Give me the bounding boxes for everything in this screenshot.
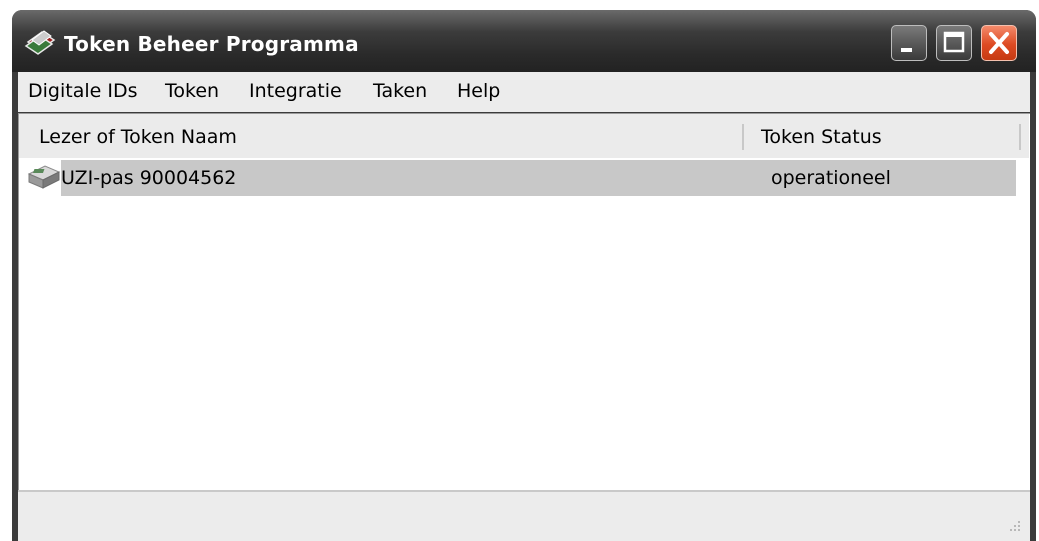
menu-token[interactable]: Token	[165, 80, 219, 102]
column-divider[interactable]	[742, 124, 744, 150]
token-name: UZI-pas 90004562	[61, 167, 237, 189]
menu-digitale-ids[interactable]: Digitale IDs	[28, 80, 137, 102]
close-button[interactable]	[981, 25, 1017, 61]
token-list[interactable]: Lezer of Token Naam Token Status UZI-pas…	[18, 113, 1030, 490]
minimize-icon	[901, 48, 912, 52]
minimize-button[interactable]	[891, 25, 927, 61]
close-icon	[989, 32, 1009, 54]
list-header: Lezer of Token Naam Token Status	[19, 114, 1029, 158]
maximize-button[interactable]	[936, 25, 972, 61]
column-divider[interactable]	[1019, 124, 1021, 150]
window-title: Token Beheer Programma	[64, 32, 359, 56]
title-bar[interactable]: Token Beheer Programma	[12, 10, 1036, 72]
menu-taken[interactable]: Taken	[373, 80, 427, 102]
menu-bar: Digitale IDs Token Integratie Taken Help	[18, 72, 1030, 112]
menu-help[interactable]: Help	[457, 80, 500, 102]
list-item[interactable]: UZI-pas 90004562 operationeel	[27, 160, 1016, 196]
app-window: Token Beheer Programma Digitale IDs Toke…	[12, 10, 1036, 541]
status-bar	[18, 490, 1030, 541]
resize-grip-icon[interactable]	[1006, 517, 1022, 533]
card-reader-icon	[27, 165, 61, 189]
maximize-icon	[943, 31, 965, 53]
menu-integratie[interactable]: Integratie	[249, 80, 342, 102]
column-header-status[interactable]: Token Status	[761, 126, 882, 148]
token-status: operationeel	[771, 167, 891, 189]
cards-icon	[24, 30, 56, 55]
column-header-name[interactable]: Lezer of Token Naam	[39, 126, 237, 148]
